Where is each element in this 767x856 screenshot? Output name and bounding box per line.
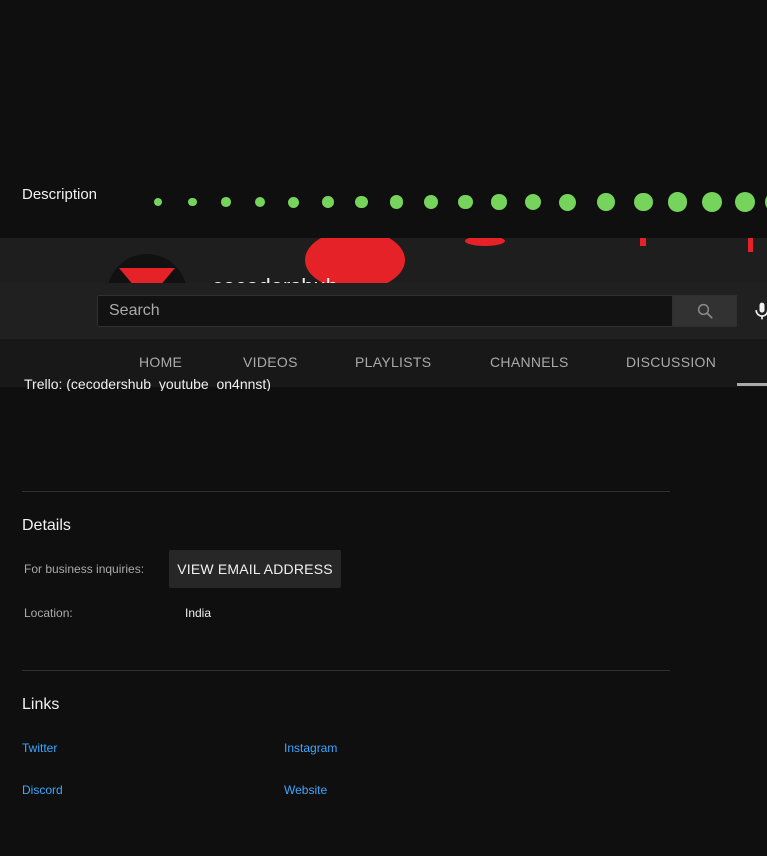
search-input[interactable]: Search bbox=[97, 295, 673, 327]
channel-avatar[interactable] bbox=[107, 254, 187, 284]
banner-dot bbox=[491, 194, 507, 210]
banner-dots bbox=[140, 190, 767, 220]
banner-dot bbox=[458, 194, 473, 210]
banner-dot bbox=[559, 193, 576, 211]
banner-dot bbox=[288, 196, 299, 208]
business-inquiries-label: For business inquiries: bbox=[24, 562, 145, 576]
banner-dot bbox=[634, 192, 653, 212]
description-text: Trello: (cecodershub_youtube_on4nnst) bbox=[24, 377, 271, 391]
location-value: India bbox=[185, 606, 212, 620]
search-button[interactable] bbox=[673, 295, 737, 327]
banner-dot bbox=[355, 195, 368, 209]
link-twitter[interactable]: Twitter bbox=[22, 741, 57, 755]
banner-dot bbox=[597, 193, 615, 211]
tab-playlists[interactable]: PLAYLISTS bbox=[355, 354, 431, 370]
banner-art bbox=[640, 238, 646, 246]
link-instagram[interactable]: Instagram bbox=[284, 741, 337, 755]
links-heading: Links bbox=[22, 696, 60, 713]
divider bbox=[22, 491, 670, 492]
channel-header: cecodershub bbox=[0, 238, 767, 284]
link-discord[interactable]: Discord bbox=[22, 783, 63, 797]
banner-dot bbox=[390, 195, 404, 209]
banner-dot bbox=[702, 192, 722, 212]
banner-dot bbox=[255, 196, 266, 208]
active-tab-indicator bbox=[737, 383, 767, 386]
banner-dot bbox=[525, 193, 542, 211]
link-website[interactable]: Website bbox=[284, 783, 327, 797]
search-icon bbox=[697, 303, 713, 319]
banner-dot bbox=[424, 195, 438, 209]
banner-art bbox=[748, 238, 753, 252]
view-email-button[interactable]: VIEW EMAIL ADDRESS bbox=[169, 550, 341, 588]
tab-channels[interactable]: CHANNELS bbox=[490, 354, 569, 370]
banner-dot bbox=[188, 197, 197, 207]
banner-dot bbox=[322, 196, 334, 208]
description-heading: Description bbox=[22, 186, 98, 203]
details-heading: Details bbox=[22, 517, 71, 534]
banner-dot bbox=[221, 197, 231, 207]
banner-dot bbox=[668, 192, 688, 212]
voice-search-button[interactable] bbox=[748, 297, 767, 325]
banner-art bbox=[465, 238, 505, 246]
tab-home[interactable]: HOME bbox=[139, 354, 182, 370]
avatar-logo bbox=[119, 268, 175, 284]
banner-dot bbox=[735, 192, 755, 212]
banner-dot bbox=[154, 198, 162, 206]
tab-discussion[interactable]: DISCUSSION bbox=[626, 354, 716, 370]
search-bar: Search bbox=[0, 283, 767, 339]
divider bbox=[22, 670, 670, 671]
location-label: Location: bbox=[24, 606, 73, 620]
tab-videos[interactable]: VIDEOS bbox=[243, 354, 298, 370]
microphone-icon bbox=[755, 302, 767, 320]
